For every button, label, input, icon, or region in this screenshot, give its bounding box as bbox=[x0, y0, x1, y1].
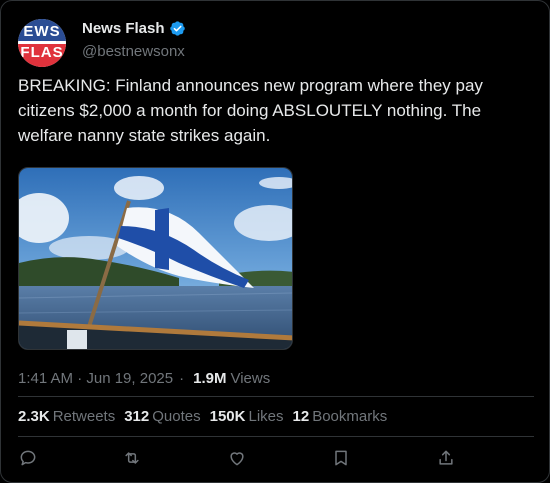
stat-count: 150K bbox=[209, 408, 246, 425]
divider-top bbox=[18, 396, 534, 397]
stat-count: 312 bbox=[124, 408, 150, 425]
stat-count: 12 bbox=[292, 408, 310, 425]
stat-bookmarks[interactable]: 12 Bookmarks bbox=[293, 408, 388, 425]
author-handle[interactable]: @bestnewsonx bbox=[82, 43, 185, 60]
retweet-icon[interactable] bbox=[122, 448, 142, 468]
bookmark-icon[interactable] bbox=[331, 448, 351, 468]
timestamp[interactable]: 1:41 AM · Jun 19, 2025 bbox=[18, 370, 173, 387]
heart-icon[interactable] bbox=[227, 448, 247, 468]
tweet-meta: 1:41 AM · Jun 19, 2025 · 1.9M Views bbox=[18, 370, 270, 387]
views-label: Views bbox=[230, 370, 271, 387]
avatar-bottom-text: FLAS bbox=[18, 44, 66, 67]
stat-count: 2.3K bbox=[18, 408, 50, 425]
stat-retweets[interactable]: 2.3K Retweets bbox=[18, 408, 115, 425]
views-count: 1.9M bbox=[193, 370, 227, 387]
author-name[interactable]: News Flash bbox=[82, 20, 165, 37]
stat-quotes[interactable]: 312 Quotes bbox=[124, 408, 200, 425]
author-name-row: News Flash bbox=[82, 20, 186, 37]
stat-label: Retweets bbox=[52, 408, 116, 425]
stat-label: Bookmarks bbox=[312, 408, 388, 425]
engagement-stats: 2.3K Retweets 312 Quotes 150K Likes 12 Bookm… bbox=[18, 408, 396, 425]
verified-badge-icon bbox=[169, 21, 185, 36]
stat-label: Likes bbox=[248, 408, 284, 425]
avatar[interactable]: EWS FLAS bbox=[18, 19, 66, 67]
share-icon[interactable] bbox=[436, 448, 456, 468]
tweet-card: EWS FLAS News Flash @bestnewsonx BREAKIN… bbox=[0, 0, 550, 483]
meta-separator: · bbox=[179, 370, 185, 387]
tweet-image[interactable] bbox=[18, 167, 293, 350]
divider-bottom bbox=[18, 436, 534, 437]
finland-flag-photo bbox=[19, 168, 292, 349]
action-bar bbox=[1, 448, 550, 470]
stat-label: Quotes bbox=[152, 408, 201, 425]
stat-likes[interactable]: 150K Likes bbox=[210, 408, 284, 425]
tweet-text: BREAKING: Finland announces new program … bbox=[18, 76, 483, 145]
reply-icon[interactable] bbox=[18, 448, 38, 468]
avatar-top-text: EWS bbox=[18, 19, 66, 41]
